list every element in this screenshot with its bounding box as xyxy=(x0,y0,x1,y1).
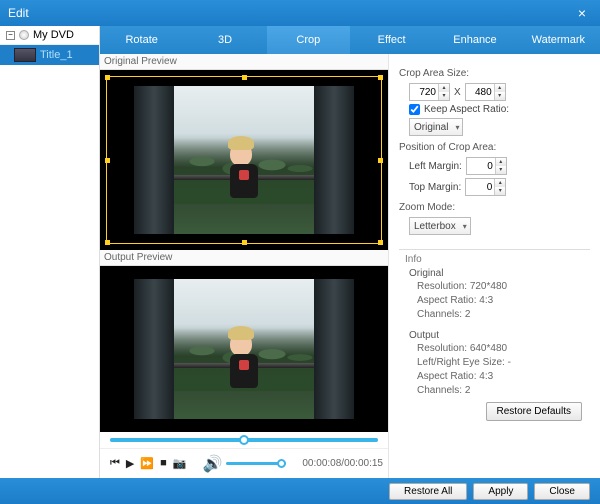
tab-crop[interactable]: Crop xyxy=(267,26,350,54)
up-arrow-icon[interactable]: ▴ xyxy=(495,179,505,187)
tab-3d[interactable]: 3D xyxy=(183,26,266,54)
left-margin-stepper[interactable]: ▴▾ xyxy=(466,157,507,175)
controls-panel: Crop Area Size: ▴▾ X ▴▾ Keep Aspect Rati… xyxy=(389,54,600,478)
window-title: Edit xyxy=(8,6,572,20)
top-margin-input[interactable] xyxy=(466,182,494,193)
info-line: Channels: 2 xyxy=(417,384,590,398)
zoom-mode-label: Zoom Mode: xyxy=(399,202,590,213)
ratio-preset-select[interactable]: Original xyxy=(409,118,463,136)
fast-forward-icon[interactable]: ⏩ xyxy=(140,457,154,470)
output-preview-label: Output Preview xyxy=(100,250,388,266)
left-margin-label: Left Margin: xyxy=(409,161,462,172)
crop-width-stepper[interactable]: ▴▾ xyxy=(409,83,450,101)
original-preview[interactable] xyxy=(100,70,388,250)
info-original-label: Original xyxy=(409,268,590,279)
time-display: 00:00:08/00:00:15 xyxy=(302,458,383,469)
volume-thumb[interactable] xyxy=(277,459,286,468)
sidebar: − My DVD Title_1 xyxy=(0,26,100,478)
tab-effect[interactable]: Effect xyxy=(350,26,433,54)
close-button[interactable]: Close xyxy=(534,483,590,500)
keep-ratio-label: Keep Aspect Ratio: xyxy=(424,104,509,115)
tree-root-label: My DVD xyxy=(33,29,74,41)
down-arrow-icon[interactable]: ▾ xyxy=(496,166,506,174)
restore-defaults-button[interactable]: Restore Defaults xyxy=(486,402,582,421)
crop-size-label: Crop Area Size: xyxy=(399,68,590,79)
volume-icon[interactable]: 🔊 xyxy=(202,454,222,474)
video-frame-output xyxy=(134,279,354,419)
crop-handle-se[interactable] xyxy=(378,240,383,245)
crop-pos-label: Position of Crop Area: xyxy=(399,142,590,153)
crop-handle-w[interactable] xyxy=(105,158,110,163)
collapse-icon[interactable]: − xyxy=(6,31,15,40)
playback-bar: ⏮ ▶ ⏩ ■ 📷 🔊 00:00:08/00:00:15 xyxy=(100,448,388,478)
crop-handle-s[interactable] xyxy=(242,240,247,245)
tree-root[interactable]: − My DVD xyxy=(0,26,99,45)
down-arrow-icon[interactable]: ▾ xyxy=(495,187,505,195)
info-output-label: Output xyxy=(409,330,590,341)
crop-handle-ne[interactable] xyxy=(378,75,383,80)
timeline[interactable] xyxy=(100,432,388,448)
up-arrow-icon[interactable]: ▴ xyxy=(439,84,449,92)
tab-enhance[interactable]: Enhance xyxy=(433,26,516,54)
top-margin-label: Top Margin: xyxy=(409,182,461,193)
tree-item-label: Title_1 xyxy=(40,49,73,61)
preview-area: Original Preview xyxy=(100,54,600,478)
keep-ratio-checkbox[interactable] xyxy=(409,104,420,115)
crop-handle-nw[interactable] xyxy=(105,75,110,80)
output-preview xyxy=(100,266,388,432)
info-line: Aspect Ratio: 4:3 xyxy=(417,370,590,384)
stop-icon[interactable]: ■ xyxy=(160,457,167,470)
info-line: Resolution: 640*480 xyxy=(417,342,590,356)
crop-handle-e[interactable] xyxy=(378,158,383,163)
info-header: Info xyxy=(405,254,590,265)
crop-handle-n[interactable] xyxy=(242,75,247,80)
zoom-mode-select[interactable]: Letterbox xyxy=(409,217,471,235)
up-arrow-icon[interactable]: ▴ xyxy=(496,158,506,166)
play-icon[interactable]: ▶ xyxy=(126,457,134,470)
title-bar: Edit × xyxy=(0,0,600,26)
tab-bar: Rotate 3D Crop Effect Enhance Watermark xyxy=(100,26,600,54)
video-frame-original xyxy=(134,86,354,234)
crop-width-input[interactable] xyxy=(410,87,438,98)
tab-watermark[interactable]: Watermark xyxy=(517,26,600,54)
close-icon[interactable]: × xyxy=(572,5,592,21)
volume-slider[interactable] xyxy=(226,462,286,465)
snapshot-icon[interactable]: 📷 xyxy=(173,457,187,470)
center-panel: Rotate 3D Crop Effect Enhance Watermark … xyxy=(100,26,600,478)
top-margin-stepper[interactable]: ▴▾ xyxy=(465,178,506,196)
crop-handle-sw[interactable] xyxy=(105,240,110,245)
prev-frame-icon[interactable]: ⏮ xyxy=(110,457,120,470)
left-margin-input[interactable] xyxy=(467,161,495,172)
down-arrow-icon[interactable]: ▾ xyxy=(495,92,505,100)
thumbnail-icon xyxy=(14,48,36,62)
info-line: Aspect Ratio: 4:3 xyxy=(417,294,590,308)
info-line: Resolution: 720*480 xyxy=(417,280,590,294)
info-line: Channels: 2 xyxy=(417,308,590,322)
preview-column: Original Preview xyxy=(100,54,388,478)
crop-height-input[interactable] xyxy=(466,87,494,98)
apply-button[interactable]: Apply xyxy=(473,483,528,500)
timeline-track[interactable] xyxy=(110,438,378,442)
footer-bar: Restore All Apply Close xyxy=(0,478,600,504)
tab-rotate[interactable]: Rotate xyxy=(100,26,183,54)
tree-item-title1[interactable]: Title_1 xyxy=(0,45,99,65)
x-label: X xyxy=(454,87,461,98)
info-line: Left/Right Eye Size: - xyxy=(417,356,590,370)
original-preview-label: Original Preview xyxy=(100,54,388,70)
timeline-thumb[interactable] xyxy=(239,435,249,445)
volume-control: 🔊 xyxy=(202,454,286,474)
up-arrow-icon[interactable]: ▴ xyxy=(495,84,505,92)
disc-icon xyxy=(19,30,29,40)
restore-all-button[interactable]: Restore All xyxy=(389,483,467,500)
main-area: − My DVD Title_1 Rotate 3D Crop Effect E… xyxy=(0,26,600,478)
down-arrow-icon[interactable]: ▾ xyxy=(439,92,449,100)
info-section: Info Original Resolution: 720*480 Aspect… xyxy=(399,249,590,398)
crop-height-stepper[interactable]: ▴▾ xyxy=(465,83,506,101)
